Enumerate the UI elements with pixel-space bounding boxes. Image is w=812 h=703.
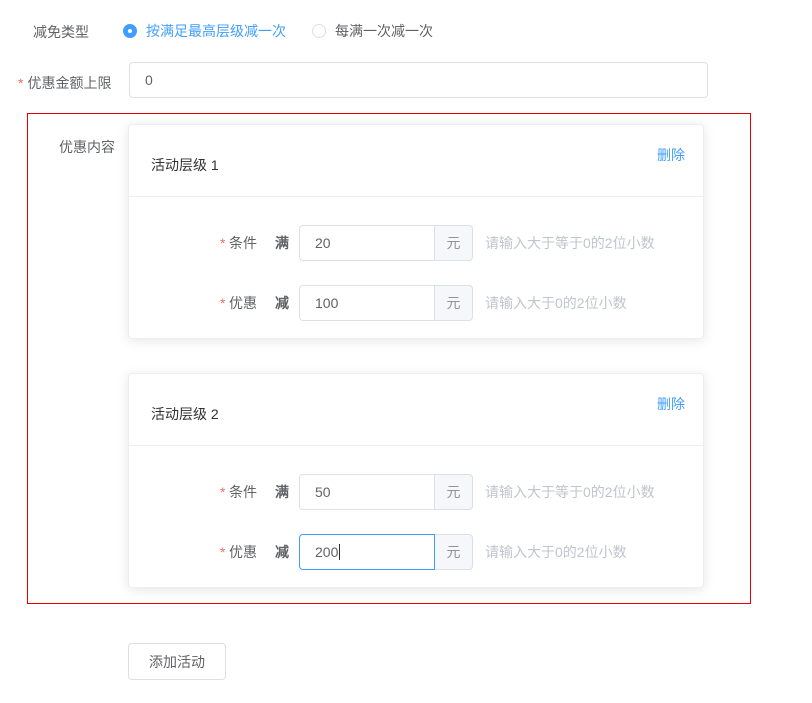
- condition-prefix: 满: [275, 482, 299, 502]
- condition-input[interactable]: [299, 474, 435, 510]
- discount-input-group: 200 元: [299, 534, 473, 570]
- radio-unselected-icon[interactable]: [312, 24, 326, 38]
- radio-highest-level-once[interactable]: 按满足最高层级减一次: [123, 21, 286, 41]
- condition-label: 条件: [229, 233, 275, 253]
- unit-suffix: 元: [435, 285, 473, 321]
- required-asterisk: *: [220, 544, 229, 560]
- radio-label[interactable]: 按满足最高层级减一次: [146, 21, 286, 41]
- discount-prefix: 减: [275, 542, 299, 562]
- condition-input[interactable]: [299, 225, 435, 261]
- radio-selected-icon[interactable]: [123, 24, 137, 38]
- required-asterisk: *: [220, 235, 229, 251]
- max-discount-label: *优惠金额上限: [18, 73, 111, 93]
- radio-every-full-once[interactable]: 每满一次减一次: [312, 21, 433, 41]
- discount-label: 优惠: [229, 542, 275, 562]
- required-asterisk: *: [220, 484, 229, 500]
- condition-prefix: 满: [275, 233, 299, 253]
- card-header: 活动层级 2 删除: [129, 374, 703, 446]
- delete-link[interactable]: 删除: [657, 145, 685, 165]
- validation-hint: 请输入大于等于0的2位小数: [485, 482, 655, 502]
- required-asterisk: *: [18, 75, 23, 91]
- reduction-type-radio-group: 按满足最高层级减一次 每满一次减一次: [123, 21, 459, 41]
- validation-hint: 请输入大于0的2位小数: [485, 293, 627, 313]
- discount-input-group: 元: [299, 285, 473, 321]
- activity-level-card-1: 活动层级 1 删除 * 条件 满 元 请输入大于等于0的2位小数 * 优惠 减: [128, 124, 704, 339]
- unit-suffix: 元: [435, 474, 473, 510]
- discount-prefix: 减: [275, 293, 299, 313]
- radio-label[interactable]: 每满一次减一次: [335, 21, 433, 41]
- required-asterisk: *: [220, 295, 229, 311]
- card-header: 活动层级 1 删除: [129, 125, 703, 197]
- card-title: 活动层级 1: [151, 155, 219, 175]
- discount-content-label: 优惠内容: [59, 137, 115, 157]
- activity-level-card-2: 活动层级 2 删除 * 条件 满 元 请输入大于等于0的2位小数 * 优惠 减 …: [128, 373, 704, 588]
- discount-row: * 优惠 减 元 请输入大于0的2位小数: [129, 285, 703, 321]
- unit-suffix: 元: [435, 534, 473, 570]
- discount-input[interactable]: [299, 285, 435, 321]
- card-title: 活动层级 2: [151, 404, 219, 424]
- discount-row: * 优惠 减 200 元 请输入大于0的2位小数: [129, 534, 703, 570]
- delete-link[interactable]: 删除: [657, 394, 685, 414]
- unit-suffix: 元: [435, 225, 473, 261]
- condition-input-group: 元: [299, 474, 473, 510]
- discount-label: 优惠: [229, 293, 275, 313]
- discount-content-section: 优惠内容 活动层级 1 删除 * 条件 满 元 请输入大于等于0的2位小数 * …: [27, 113, 751, 604]
- condition-input-group: 元: [299, 225, 473, 261]
- condition-row: * 条件 满 元 请输入大于等于0的2位小数: [129, 225, 703, 261]
- text-caret: [339, 544, 340, 560]
- max-discount-input[interactable]: [129, 62, 708, 98]
- condition-row: * 条件 满 元 请输入大于等于0的2位小数: [129, 474, 703, 510]
- add-activity-button[interactable]: 添加活动: [128, 643, 226, 680]
- reduction-type-label: 减免类型: [33, 22, 89, 42]
- condition-label: 条件: [229, 482, 275, 502]
- validation-hint: 请输入大于0的2位小数: [485, 542, 627, 562]
- discount-input-focused[interactable]: 200: [299, 534, 435, 570]
- validation-hint: 请输入大于等于0的2位小数: [485, 233, 655, 253]
- promotion-form-page: 减免类型 按满足最高层级减一次 每满一次减一次 *优惠金额上限 优惠内容 活动层…: [0, 0, 812, 703]
